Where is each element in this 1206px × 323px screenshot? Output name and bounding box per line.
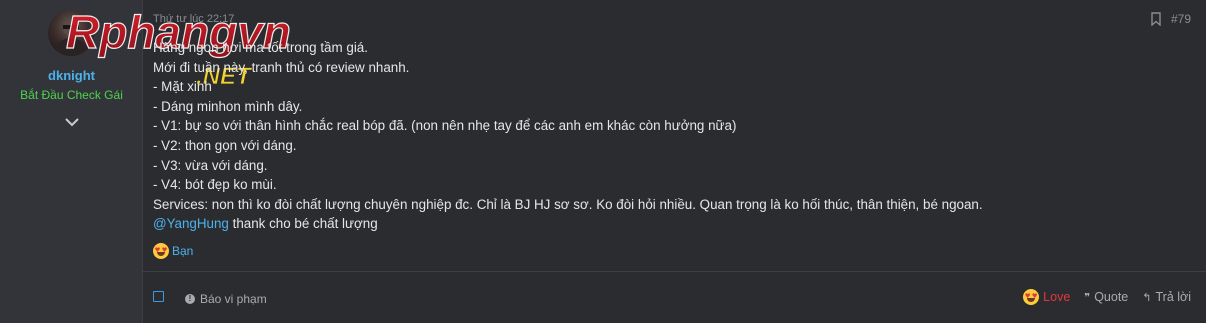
info-icon: ! [185, 294, 195, 304]
post-line: - Dáng minhon mình dây. [153, 98, 303, 114]
mention-text: thank cho bé chất lượng [228, 216, 378, 232]
love-emoji-icon [1023, 289, 1040, 305]
quote-button[interactable]: ❞ Quote [1084, 290, 1128, 304]
post-main: Thứ tư lúc 22:17 #79 Hàng ngon hơi ma tố… [143, 0, 1206, 323]
user-mention-link[interactable]: @YangHung [153, 216, 229, 231]
quote-label: Quote [1094, 290, 1129, 304]
post-line: - V3: vừa với dáng. [153, 157, 268, 173]
post-line: Services: non thì ko đòi chất lượng chuy… [153, 196, 983, 212]
love-label: Love [1043, 290, 1071, 304]
quote-icon: ❞ [1084, 291, 1091, 304]
report-link[interactable]: ! Báo vi phạm [185, 292, 267, 306]
post-line: Hàng ngon hơi ma tốt trong tầm giá. [153, 40, 368, 55]
report-label: Báo vi phạm [200, 292, 267, 306]
post-line: - V1: bự so với thân hình chắc real bóp … [153, 118, 737, 134]
post-actions: Love ❞ Quote ↰ Trả lời [1023, 289, 1191, 305]
post-number[interactable]: #79 [1171, 12, 1191, 26]
bookmark-icon[interactable] [1150, 12, 1162, 26]
reactions-bar[interactable]: Bạn [153, 243, 193, 259]
user-title: Bắt Đầu Check Gái [20, 88, 123, 102]
post-line: Mới đi tuần này, tranh thủ có review nha… [153, 59, 410, 75]
love-button[interactable]: Love [1023, 289, 1070, 305]
reply-label: Trả lời [1155, 290, 1191, 304]
post-line-mention: @YangHung thank cho bé chất lượng [153, 214, 1183, 234]
reply-button[interactable]: ↰ Trả lời [1142, 290, 1191, 304]
post-footer: ! Báo vi phạm Love ❞ Quote ↰ Trả lời [143, 272, 1206, 323]
user-column: Rphangvn .NET dknight Bắt Đầu Check Gái [0, 0, 291, 323]
username[interactable]: dknight [0, 68, 143, 83]
post-line: - Mặt xinh [153, 79, 212, 95]
reply-icon: ↰ [1142, 291, 1152, 304]
select-post-checkbox[interactable] [153, 291, 164, 302]
reactions-label: Bạn [172, 244, 194, 258]
post-body: Hàng ngon hơi ma tốt trong tầm giá. Mới … [153, 38, 1183, 234]
post-line: - V2: thon gọn với dáng. [153, 137, 297, 153]
love-emoji-icon [153, 243, 169, 259]
forum-post: Rphangvn .NET dknight Bắt Đầu Check Gái … [0, 0, 1206, 323]
post-date[interactable]: Thứ tư lúc 22:17 [153, 13, 234, 25]
chevron-down-icon[interactable] [62, 114, 82, 130]
post-line: - V4: bót đẹp ko mùi. [153, 177, 277, 193]
